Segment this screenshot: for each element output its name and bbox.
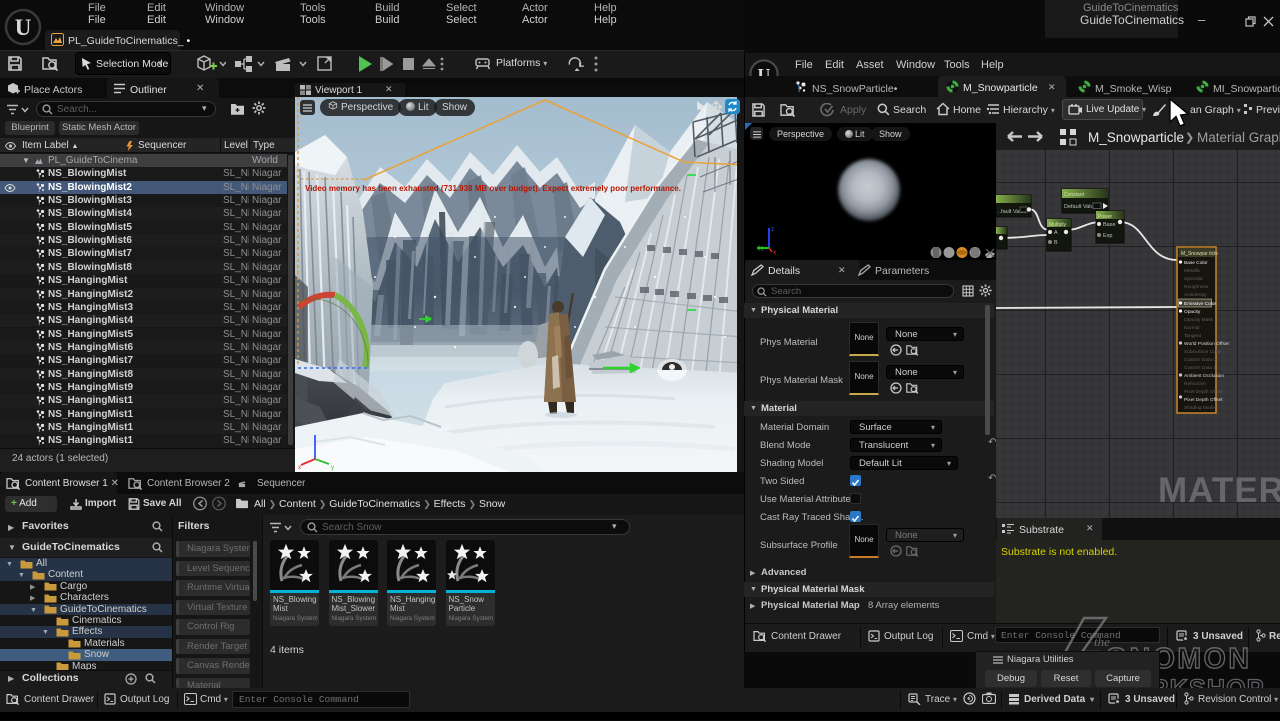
svg-text:A: A xyxy=(1054,230,1058,236)
svg-text:Base: Base xyxy=(1103,222,1116,228)
svg-text:x: x xyxy=(773,249,777,254)
svg-text:x: x xyxy=(298,465,301,471)
svg-text:Emissive Color: Emissive Color xyxy=(1184,301,1216,307)
svg-text:❯: ❯ xyxy=(1185,132,1194,144)
svg-text:Multiply: Multiply xyxy=(1049,222,1066,228)
svg-text:Subsurface Color: Subsurface Color xyxy=(1184,349,1221,355)
svg-text:Opacity Mask: Opacity Mask xyxy=(1184,317,1214,323)
svg-text:z: z xyxy=(771,226,774,233)
svg-text:Metallic: Metallic xyxy=(1184,268,1201,274)
svg-text:Normal: Normal xyxy=(1184,325,1199,331)
svg-text:Constant: Constant xyxy=(1064,192,1085,198)
svg-text:y: y xyxy=(331,465,334,471)
svg-text:Base Color: Base Color xyxy=(1184,260,1208,266)
svg-text:Custom Data 1: Custom Data 1 xyxy=(1184,365,1216,371)
svg-text:Exp: Exp xyxy=(1103,233,1112,239)
svg-text:Opacity: Opacity xyxy=(1184,309,1201,315)
svg-text:Tangent: Tangent xyxy=(1184,333,1202,339)
svg-text:Shading Model: Shading Model xyxy=(1184,405,1216,411)
svg-text:Anisotropy: Anisotropy xyxy=(1184,292,1207,298)
svg-text:M_Snowpar ticle: M_Snowpar ticle xyxy=(1181,251,1218,257)
svg-text:Power: Power xyxy=(1098,214,1113,220)
svg-text:Pixel Depth Offset: Pixel Depth Offset xyxy=(1184,389,1223,395)
svg-text:Ambient Occlusion: Ambient Occlusion xyxy=(1184,373,1224,379)
svg-text:Custom Data 0: Custom Data 0 xyxy=(1184,357,1216,363)
svg-text:Specular: Specular xyxy=(1184,276,1203,282)
svg-text:MATERIA: MATERIA xyxy=(1158,471,1280,510)
svg-text:B: B xyxy=(1054,240,1058,246)
svg-text:Roughness: Roughness xyxy=(1184,284,1209,290)
svg-text:Material Graph: Material Graph xyxy=(1197,130,1280,145)
svg-text:Refraction: Refraction xyxy=(1184,381,1206,387)
svg-text:Default Value: Default Value xyxy=(1064,204,1097,210)
svg-text:Pixel Depth Offset: Pixel Depth Offset xyxy=(1184,397,1223,403)
svg-text:M_Snowparticle: M_Snowparticle xyxy=(1088,130,1184,145)
svg-text:Video memory has been exhauste: Video memory has been exhausted (731.938… xyxy=(305,184,681,193)
svg-text:U: U xyxy=(15,15,32,40)
svg-text:World Position Offset: World Position Offset xyxy=(1184,341,1230,347)
